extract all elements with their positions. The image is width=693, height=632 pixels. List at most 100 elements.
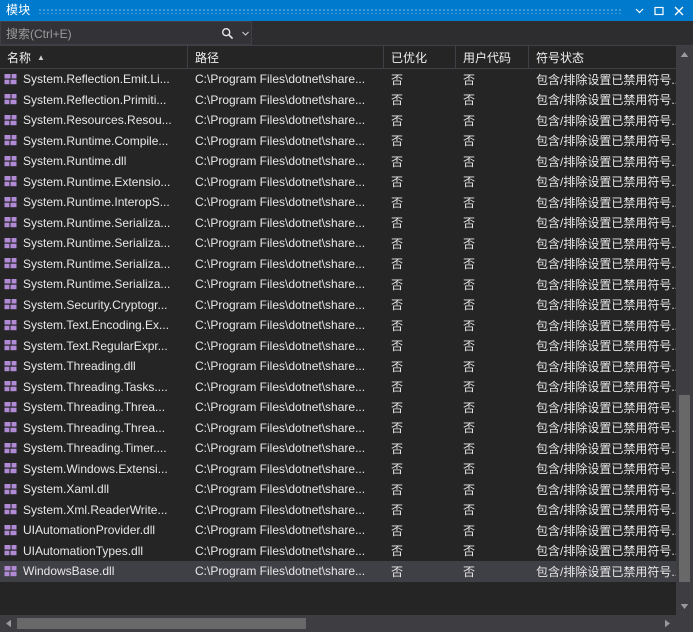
horizontal-scroll-thumb[interactable] [17,618,306,629]
column-header-optimized[interactable]: 已优化 [384,46,456,68]
cell-name: System.Xaml.dll [0,479,188,500]
table-row[interactable]: System.Threading.Threa... C:\Program File… [0,417,676,439]
cell-name: System.Runtime.Extensio... [0,172,188,193]
scroll-right-icon[interactable] [659,615,676,632]
cell-name-text: System.Threading.Tasks.... [23,379,168,394]
grid-rows[interactable]: System.Reflection.Emit.Li... C:\Program F… [0,69,676,615]
module-icon [4,524,17,537]
cell-name-text: System.Reflection.Primiti... [23,92,167,107]
module-icon [4,93,17,106]
table-row[interactable]: WindowsBase.dll C:\Program Files\dotnet\s… [0,561,676,582]
scroll-up-icon[interactable] [676,46,693,63]
cell-name-text: System.Xml.ReaderWrite... [23,502,168,517]
vertical-scrollbar[interactable] [676,46,693,615]
table-row[interactable]: System.Resources.Resou... C:\Program File… [0,110,676,131]
table-row[interactable]: System.Threading.dll C:\Program Files\dot… [0,356,676,377]
table-row[interactable]: System.Runtime.Serializa... C:\Program Fi… [0,274,676,295]
chevron-down-icon[interactable] [629,1,649,20]
column-header-symbol-status[interactable]: 符号状态 [529,46,676,68]
cell-symbol-status: 包含/排除设置已禁用符号... [529,69,676,90]
column-header-symbol-status-label: 符号状态 [536,50,585,65]
cell-user-code: 否 [463,380,476,395]
cell-symbol-status: 包含/排除设置已禁用符号... [529,479,676,500]
cell-user-code: 否 [463,93,476,108]
module-icon [4,339,17,352]
cell-user-code: 否 [463,216,476,231]
cell-user-code: 否 [463,503,476,518]
cell-optimized: 否 [391,93,404,108]
cell-optimized: 否 [391,339,404,354]
cell-user-code: 否 [463,257,476,272]
search-toolbar: 搜索(Ctrl+E) [0,21,693,46]
table-row[interactable]: System.Runtime.dll C:\Program Files\dotne… [0,151,676,172]
table-row[interactable]: System.Threading.Timer.... C:\Program Fil… [0,438,676,459]
cell-user-code: 否 [463,564,476,579]
cell-name-text: System.Threading.dll [23,359,136,374]
column-header-name[interactable]: 名称 ▲ [0,46,188,68]
cell-optimized: 否 [391,195,404,210]
table-row[interactable]: System.Reflection.Emit.Li... C:\Program F… [0,69,676,90]
table-row[interactable]: System.Runtime.Serializa... C:\Program Fi… [0,253,676,274]
table-row[interactable]: System.Threading.Threa... C:\Program File… [0,397,676,418]
cell-name-text: System.Reflection.Emit.Li... [23,72,170,87]
table-row[interactable]: UIAutomationTypes.dll C:\Program Files\do… [0,540,676,562]
cell-optimized: 否 [391,216,404,231]
cell-symbol-status: 包含/排除设置已禁用符号... [529,295,676,316]
cell-name: UIAutomationTypes.dll [0,541,188,562]
table-row[interactable]: System.Threading.Tasks.... C:\Program Fil… [0,376,676,397]
cell-symbol-status: 包含/排除设置已禁用符号... [529,418,676,439]
table-row[interactable]: System.Windows.Extensi... C:\Program File… [0,458,676,479]
cell-name-text: System.Runtime.Serializa... [23,236,171,251]
cell-optimized: 否 [391,421,404,436]
table-row[interactable]: System.Text.Encoding.Ex... C:\Program Fil… [0,315,676,336]
table-row[interactable]: System.Xml.ReaderWrite... C:\Program File… [0,499,676,521]
horizontal-scrollbar[interactable] [0,615,693,632]
table-row[interactable]: System.Runtime.Serializa... C:\Program Fi… [0,212,676,234]
table-row[interactable]: UIAutomationProvider.dll C:\Program Files… [0,520,676,541]
vertical-scroll-track[interactable] [676,63,693,598]
cell-optimized: 否 [391,544,404,559]
column-header-path[interactable]: 路径 [188,46,384,68]
cell-name: System.Reflection.Primiti... [0,90,188,111]
table-row[interactable]: System.Security.Cryptogr... C:\Program Fi… [0,294,676,316]
table-row[interactable]: System.Reflection.Primiti... C:\Program F… [0,89,676,111]
table-row[interactable]: System.Text.RegularExpr... C:\Program Fil… [0,335,676,356]
title-bar: 模块 [0,0,693,21]
cell-path: C:\Program Files\dotnet\share... [195,236,366,251]
close-icon[interactable] [669,1,689,20]
cell-path: C:\Program Files\dotnet\share... [195,359,366,374]
search-options-chevron-icon[interactable] [239,31,251,36]
table-row[interactable]: System.Runtime.Compile... C:\Program File… [0,130,676,151]
cell-path: C:\Program Files\dotnet\share... [195,379,366,394]
scroll-down-icon[interactable] [676,598,693,615]
column-header-name-label: 名称 [7,50,32,65]
cell-name-text: UIAutomationTypes.dll [23,543,144,558]
title-grip[interactable] [38,7,623,14]
cell-symbol-status: 包含/排除设置已禁用符号... [529,213,676,234]
cell-symbol-status: 包含/排除设置已禁用符号... [529,500,676,521]
cell-path: C:\Program Files\dotnet\share... [195,461,366,476]
scrollbar-corner [676,615,693,632]
cell-user-code: 否 [463,441,476,456]
cell-user-code: 否 [463,236,476,251]
column-header-user-code[interactable]: 用户代码 [456,46,529,68]
search-input[interactable]: 搜索(Ctrl+E) [0,21,252,45]
table-row[interactable]: System.Runtime.InteropS... C:\Program Fil… [0,192,676,213]
cell-user-code: 否 [463,154,476,169]
cell-path: C:\Program Files\dotnet\share... [195,420,366,435]
cell-optimized: 否 [391,318,404,333]
table-row[interactable]: System.Runtime.Serializa... C:\Program Fi… [0,233,676,254]
table-row[interactable]: System.Xaml.dll C:\Program Files\dotnet\s… [0,479,676,500]
search-icon[interactable] [215,27,239,40]
scroll-left-icon[interactable] [0,615,17,632]
module-icon [4,134,17,147]
vertical-scroll-thumb[interactable] [679,394,690,582]
cell-user-code: 否 [463,298,476,313]
cell-path: C:\Program Files\dotnet\share... [195,441,366,456]
cell-path: C:\Program Files\dotnet\share... [195,154,366,169]
maximize-icon[interactable] [649,1,669,20]
horizontal-scroll-track[interactable] [17,615,659,632]
table-row[interactable]: System.Runtime.Extensio... C:\Program Fil… [0,171,676,193]
module-icon [4,114,17,127]
cell-name: System.Runtime.dll [0,151,188,172]
